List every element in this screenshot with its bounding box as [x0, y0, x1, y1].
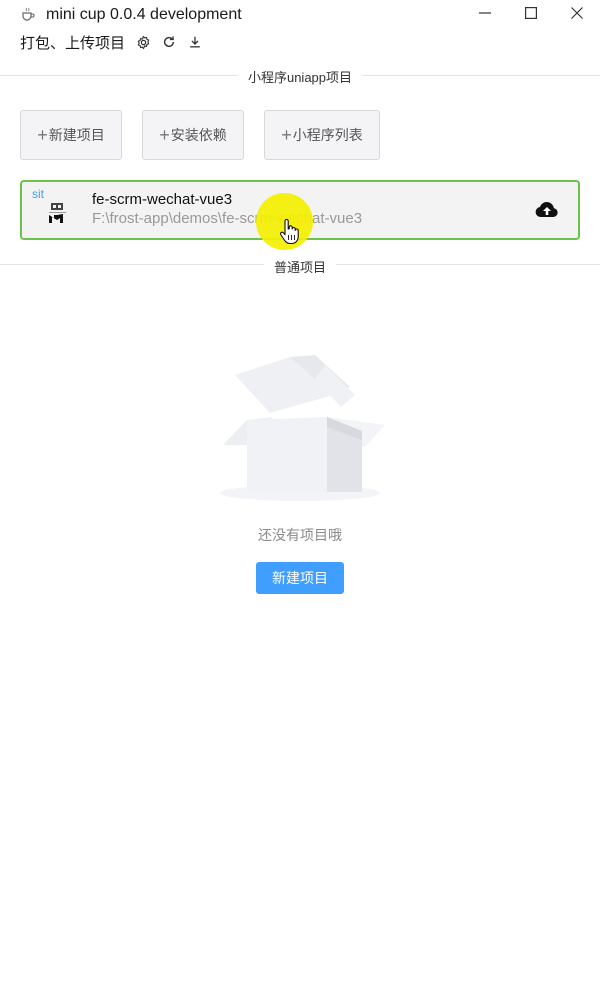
normal-section-title: 普通项目	[263, 257, 337, 276]
plus-icon: +	[37, 125, 48, 145]
create-project-button[interactable]: 新建项目	[256, 562, 344, 594]
install-dependencies-label: 安装依赖	[170, 127, 227, 143]
new-project-button[interactable]: + 新建项目	[20, 110, 122, 160]
cloud-upload-icon[interactable]	[534, 198, 560, 222]
project-avatar-icon	[46, 199, 68, 225]
refresh-icon[interactable]	[161, 34, 177, 50]
project-path: F:\frost-app\demos\fe-scrm-wechat-vue3	[92, 210, 363, 227]
hand-pointer-icon	[279, 218, 299, 245]
plus-icon: +	[159, 125, 170, 145]
download-icon[interactable]	[187, 34, 203, 50]
miniapp-list-label: 小程序列表	[292, 127, 363, 143]
install-dependencies-button[interactable]: + 安装依赖	[142, 110, 244, 160]
toolbar-title: 打包、上传项目	[20, 34, 126, 52]
title-bar: mini cup 0.0.4 development	[0, 0, 600, 30]
empty-box-icon	[215, 335, 385, 505]
minimize-icon	[479, 6, 491, 24]
new-project-label: 新建项目	[48, 127, 105, 143]
toolbar: 打包、上传项目	[20, 32, 213, 52]
project-name: fe-scrm-wechat-vue3	[92, 191, 233, 208]
maximize-icon	[525, 6, 538, 24]
plus-icon: +	[281, 125, 292, 145]
miniapp-section-title: 小程序uniapp项目	[237, 67, 363, 86]
close-button[interactable]	[554, 0, 600, 30]
gear-icon[interactable]	[135, 34, 151, 50]
close-icon	[571, 6, 583, 24]
maximize-button[interactable]	[508, 0, 554, 30]
empty-state-text: 还没有项目哦	[258, 527, 342, 543]
window-title: mini cup 0.0.4 development	[46, 6, 242, 23]
miniapp-list-button[interactable]: + 小程序列表	[264, 110, 380, 160]
minimize-button[interactable]	[462, 0, 508, 30]
coffee-cup-icon	[20, 6, 36, 22]
env-badge: sit	[32, 187, 44, 201]
